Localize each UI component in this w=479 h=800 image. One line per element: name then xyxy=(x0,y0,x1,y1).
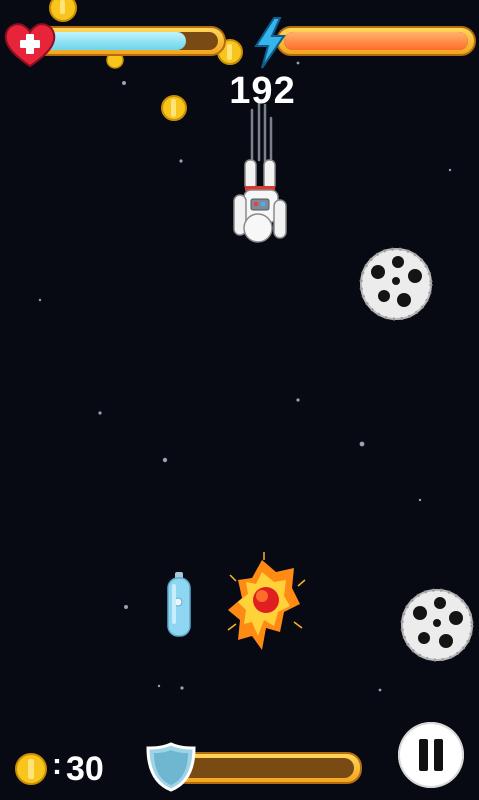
heart-plus-icon xyxy=(4,23,56,68)
shield-icon xyxy=(146,742,196,792)
health-bar-track xyxy=(38,32,218,50)
energy-bar-fill xyxy=(284,32,468,50)
lightning-bolt-icon xyxy=(254,17,286,69)
coin-pickup xyxy=(161,95,187,121)
energy-bar xyxy=(276,26,476,56)
health-bar xyxy=(30,26,226,56)
coin-separator: : xyxy=(52,748,62,781)
pause-icon xyxy=(419,739,428,771)
coin-pickup xyxy=(49,0,77,22)
shield-bar-track xyxy=(180,758,354,778)
pause-icon-bar xyxy=(434,739,443,771)
space-background xyxy=(0,0,479,800)
asteroid-enemy xyxy=(400,588,474,662)
oxygen-tank-pickup xyxy=(167,572,191,637)
asteroid-enemy xyxy=(359,247,433,321)
health-bar-fill xyxy=(38,32,186,50)
coin-count: 30 xyxy=(66,750,104,788)
coin-icon xyxy=(15,753,47,785)
energy-bar-track xyxy=(284,32,468,50)
pause-button[interactable] xyxy=(398,722,464,788)
shield-bar xyxy=(172,752,362,784)
score-counter: 192 xyxy=(229,70,296,112)
